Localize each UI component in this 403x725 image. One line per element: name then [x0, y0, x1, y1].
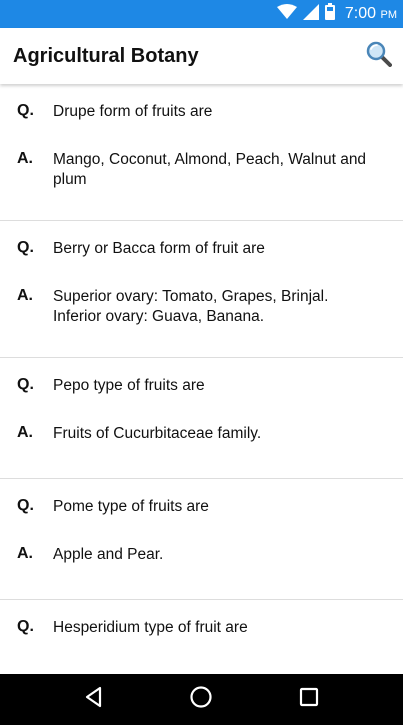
question-row: Q. Drupe form of fruits are: [0, 84, 403, 144]
app-bar: Agricultural Botany: [0, 28, 403, 84]
answer-row: A. Apple and Pear.: [0, 539, 403, 565]
question-text: Berry or Bacca form of fruit are: [53, 240, 265, 257]
question-marker: Q.: [17, 497, 34, 514]
answer-row: A. Superior ovary: Tomato, Grapes, Brinj…: [0, 281, 403, 327]
question-marker: Q.: [17, 239, 34, 256]
answer-text: Fruits of Cucurbitaceae family.: [53, 425, 262, 442]
home-icon: [189, 685, 213, 714]
back-button[interactable]: [74, 680, 114, 720]
recents-icon: [298, 686, 320, 713]
question-text: Drupe form of fruits are: [53, 103, 213, 120]
search-button[interactable]: [361, 38, 397, 74]
wifi-icon: [276, 3, 297, 25]
status-bar: 7:00 PM: [0, 0, 403, 28]
status-icons: 7:00 PM: [276, 3, 397, 25]
question-text: Pepo type of fruits are: [53, 377, 205, 394]
question-text: Hesperidium type of fruit are: [53, 619, 248, 636]
answer-text: Mango, Coconut, Almond, Peach, Walnut an…: [53, 151, 367, 188]
answer-text: Superior ovary: Tomato, Grapes, Brinjal.…: [53, 288, 329, 325]
question-row: Q. Pepo type of fruits are: [0, 358, 403, 418]
list-item[interactable]: Q. Hesperidium type of fruit are: [0, 600, 403, 660]
recents-button[interactable]: [289, 680, 329, 720]
list-item[interactable]: Q. Pepo type of fruits are A. Fruits of …: [0, 358, 403, 479]
search-icon: [366, 41, 392, 72]
answer-marker: A.: [17, 424, 33, 441]
status-time-value: 7:00: [344, 5, 377, 22]
answer-marker: A.: [17, 287, 33, 304]
question-marker: Q.: [17, 102, 34, 119]
question-row: Q. Pome type of fruits are: [0, 479, 403, 539]
page-title: Agricultural Botany: [13, 44, 199, 67]
question-marker: Q.: [17, 376, 34, 393]
list-item[interactable]: Q. Pome type of fruits are A. Apple and …: [0, 479, 403, 600]
answer-marker: A.: [17, 150, 33, 167]
question-marker: Q.: [17, 618, 34, 635]
question-text: Pome type of fruits are: [53, 498, 209, 515]
answer-text: Apple and Pear.: [53, 546, 164, 563]
question-row: Q. Hesperidium type of fruit are: [0, 600, 403, 660]
question-row: Q. Berry or Bacca form of fruit are: [0, 221, 403, 281]
qa-list: Q. Drupe form of fruits are A. Mango, Co…: [0, 84, 403, 674]
battery-icon: [324, 3, 335, 25]
answer-row: A. Fruits of Cucurbitaceae family.: [0, 418, 403, 444]
list-item[interactable]: Q. Drupe form of fruits are A. Mango, Co…: [0, 84, 403, 221]
cell-signal-icon: [302, 3, 319, 25]
answer-row: A. Mango, Coconut, Almond, Peach, Walnut…: [0, 144, 403, 190]
navigation-bar: [0, 674, 403, 725]
answer-marker: A.: [17, 545, 33, 562]
status-time-ampm: PM: [380, 9, 398, 21]
status-time: 7:00 PM: [345, 5, 397, 23]
back-icon: [83, 686, 105, 713]
list-item[interactable]: Q. Berry or Bacca form of fruit are A. S…: [0, 221, 403, 358]
home-button[interactable]: [181, 680, 221, 720]
